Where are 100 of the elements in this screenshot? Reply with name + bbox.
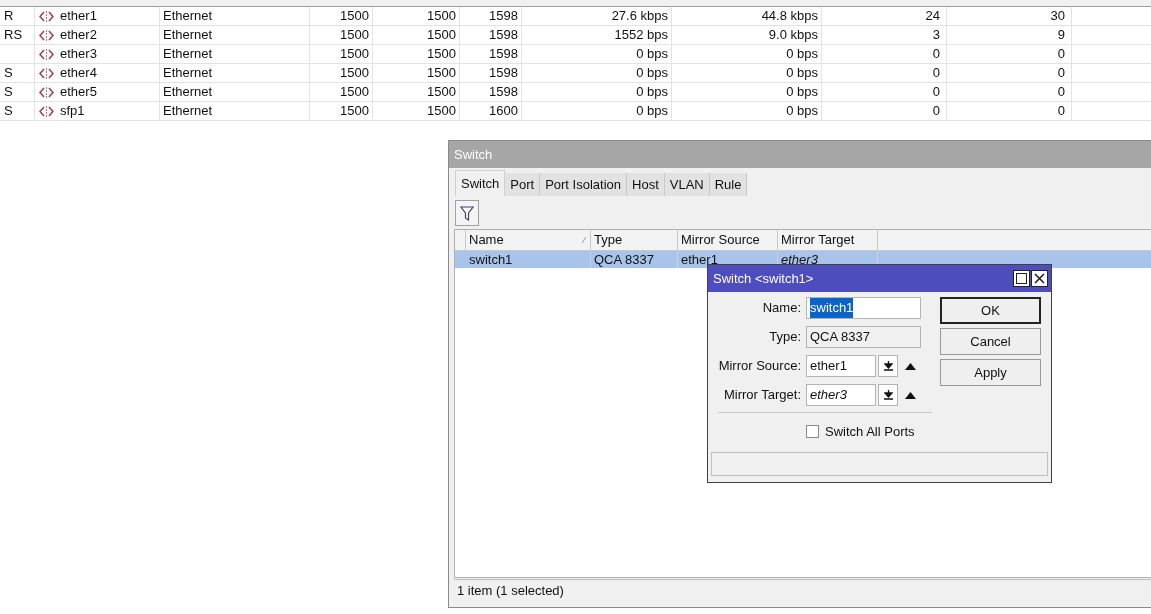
- interface-icon: [39, 67, 54, 79]
- tab[interactable]: VLAN: [664, 173, 710, 196]
- interface-icon: [39, 105, 54, 117]
- name-field[interactable]: switch1: [806, 297, 921, 319]
- interface-name: sfp1: [60, 102, 85, 120]
- table-cell: 1600: [460, 102, 522, 120]
- dialog-button[interactable]: Apply: [940, 359, 1041, 386]
- column-header[interactable]: Mirror Source: [678, 230, 778, 250]
- table-cell: switch1: [466, 251, 591, 268]
- dialog-title: Switch <switch1>: [713, 269, 814, 288]
- table-cell: 1500: [373, 7, 460, 25]
- dropdown-button[interactable]: [878, 355, 898, 377]
- table-cell: 44.8 kbps: [672, 7, 822, 25]
- table-cell: 0: [947, 102, 1072, 120]
- tab[interactable]: Switch: [455, 170, 506, 196]
- table-cell: 24: [822, 7, 947, 25]
- status-bar: 1 item (1 selected): [454, 579, 1151, 601]
- interface-name: ether2: [60, 26, 97, 44]
- table-cell: 1598: [460, 83, 522, 101]
- table-cell: 0 bps: [672, 83, 822, 101]
- table-cell: 1500: [373, 45, 460, 63]
- filter-button[interactable]: [455, 200, 479, 226]
- checkbox[interactable]: [806, 425, 819, 439]
- table-cell: 0 bps: [672, 102, 822, 120]
- maximize-icon: [1016, 273, 1027, 284]
- interface-name: ether1: [60, 7, 97, 25]
- table-cell: 1500: [310, 64, 373, 82]
- table-cell: 0 bps: [522, 83, 672, 101]
- table-cell: 0 bps: [522, 64, 672, 82]
- table-cell: 0: [822, 64, 947, 82]
- interface-name: ether5: [60, 83, 97, 101]
- table-cell: 30: [947, 7, 1072, 25]
- table-cell: S: [0, 102, 35, 120]
- table-cell: 1500: [310, 7, 373, 25]
- table-cell: 9: [947, 26, 1072, 44]
- table-cell: 0: [947, 45, 1072, 63]
- table-cell: 1552 bps: [522, 26, 672, 44]
- field-label: Name:: [761, 299, 802, 318]
- dropdown-button[interactable]: [878, 384, 898, 406]
- interface-icon: [39, 86, 54, 98]
- dropdown-field[interactable]: ether3: [806, 384, 876, 406]
- interface-name: ether4: [60, 64, 97, 82]
- column-header[interactable]: Mirror Target: [778, 230, 878, 250]
- table-cell: 1500: [373, 83, 460, 101]
- tab[interactable]: Host: [627, 173, 665, 196]
- field-label: Mirror Target:: [722, 386, 802, 405]
- table-cell: S: [0, 83, 35, 101]
- column-header[interactable]: Type: [591, 230, 678, 250]
- table-cell: 0: [822, 83, 947, 101]
- table-cell: 1598: [460, 64, 522, 82]
- table-cell: 9.0 kbps: [672, 26, 822, 44]
- table-cell: 1500: [310, 45, 373, 63]
- table-cell: Ethernet: [160, 83, 310, 101]
- close-icon: [1034, 273, 1045, 284]
- table-cell: Ethernet: [160, 102, 310, 120]
- down-arrow-icon: [883, 390, 893, 400]
- table-cell: S: [0, 64, 35, 82]
- maximize-button[interactable]: [1013, 270, 1030, 287]
- up-triangle-icon: [904, 362, 916, 370]
- table-cell: Ethernet: [160, 45, 310, 63]
- table-cell: 1500: [310, 83, 373, 101]
- table-cell: 0 bps: [672, 64, 822, 82]
- table-cell: Ethernet: [160, 64, 310, 82]
- table-cell: 1500: [310, 26, 373, 44]
- interface-icon: [39, 48, 54, 60]
- table-cell: 0: [822, 45, 947, 63]
- dialog-button[interactable]: Cancel: [940, 328, 1041, 355]
- table-cell: 0: [947, 64, 1072, 82]
- interface-icon: [39, 29, 54, 41]
- table-cell: 1500: [373, 26, 460, 44]
- table-cell: 0: [822, 102, 947, 120]
- table-cell: QCA 8337: [591, 251, 678, 268]
- table-cell: 1598: [460, 45, 522, 63]
- table-cell: Ethernet: [160, 26, 310, 44]
- table-cell: 0 bps: [672, 45, 822, 63]
- down-arrow-icon: [883, 361, 893, 371]
- window-title: Switch: [449, 141, 1151, 168]
- table-cell: R: [0, 7, 35, 25]
- table-cell: 3: [822, 26, 947, 44]
- tab[interactable]: Rule: [709, 173, 748, 196]
- table-cell: 0 bps: [522, 45, 672, 63]
- interface-name: ether3: [60, 45, 97, 63]
- table-cell: RS: [0, 26, 35, 44]
- close-button[interactable]: [1031, 270, 1048, 287]
- table-cell: 0 bps: [522, 102, 672, 120]
- table-cell: Ethernet: [160, 7, 310, 25]
- field-label: Type:: [768, 328, 802, 347]
- table-cell: 1598: [460, 7, 522, 25]
- table-cell: 1500: [310, 102, 373, 120]
- dialog-button[interactable]: OK: [940, 297, 1041, 324]
- table-cell: 1598: [460, 26, 522, 44]
- dropdown-field[interactable]: ether1: [806, 355, 876, 377]
- table-cell: 27.6 kbps: [522, 7, 672, 25]
- filter-icon: [460, 205, 474, 221]
- interface-icon: [39, 10, 54, 22]
- column-header[interactable]: Name: [466, 230, 591, 250]
- table-cell: 1500: [373, 64, 460, 82]
- tab[interactable]: Port Isolation: [540, 173, 627, 196]
- tab[interactable]: Port: [505, 173, 541, 196]
- field-label: Mirror Source:: [717, 357, 802, 376]
